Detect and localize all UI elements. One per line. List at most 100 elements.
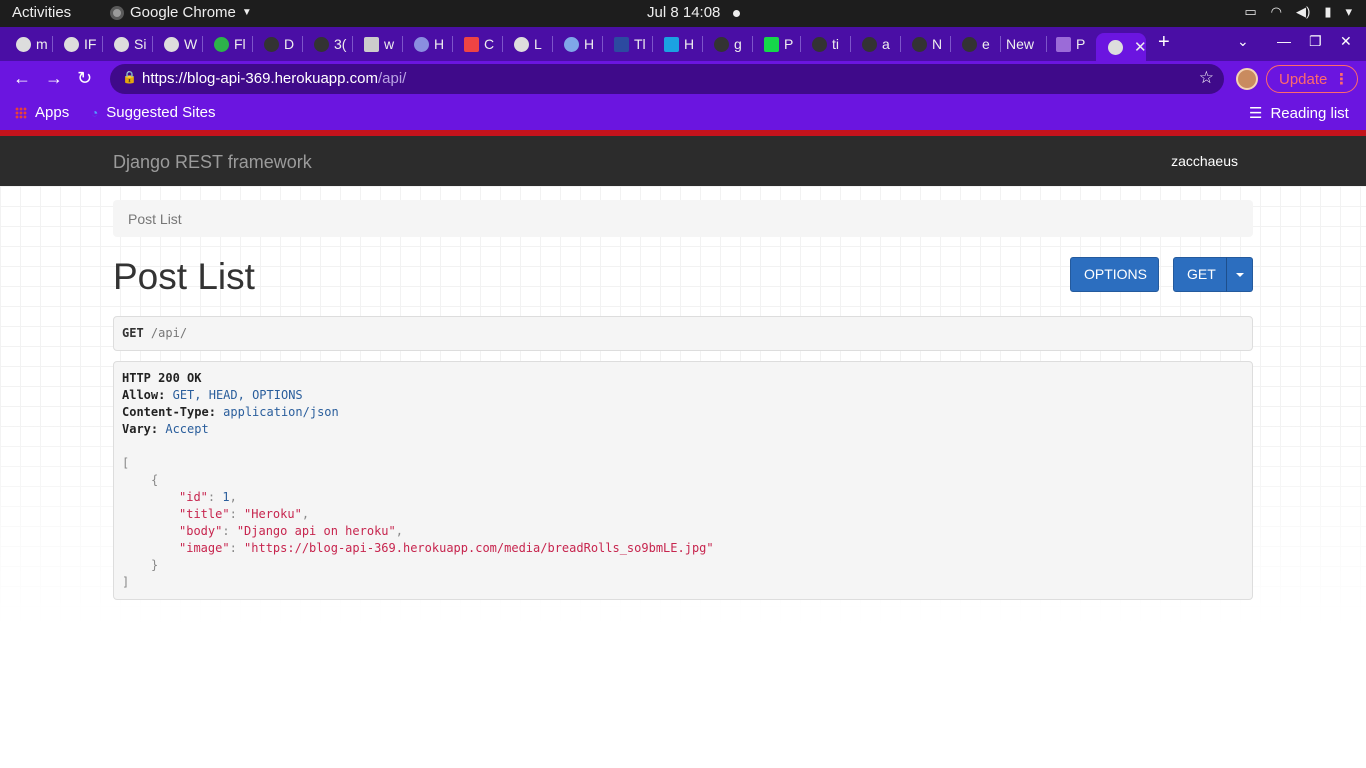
tab-label: D [284, 36, 295, 52]
tab-label: ti [832, 36, 839, 52]
browser-tab-active[interactable]: ✕ [1096, 33, 1147, 61]
tab-label: New [1006, 36, 1035, 52]
tab-label: H [584, 36, 595, 52]
activities-button[interactable]: Activities [12, 4, 71, 21]
tab-strip: m IF Si W Fl D 3( w H C L H Tl H g P ti … [0, 27, 1366, 61]
heroku-icon [1056, 36, 1071, 52]
browser-tab[interactable]: P [752, 33, 801, 55]
profile-avatar[interactable] [1236, 68, 1258, 90]
clock[interactable]: Jul 8 14:08 [647, 4, 720, 21]
browser-tab[interactable]: a [850, 33, 901, 55]
page-title: Post List [113, 256, 255, 297]
json-key: "id" [179, 490, 208, 504]
caret-down-icon: ▼ [241, 7, 252, 18]
favicon-icon [514, 36, 529, 52]
browser-tab[interactable]: ti [800, 33, 851, 55]
browser-tab[interactable]: Si [102, 33, 153, 55]
response-info: HTTP 200 OK Allow: GET, HEAD, OPTIONS Co… [113, 361, 1253, 600]
reading-list-button[interactable]: ☰ Reading list [1249, 104, 1349, 123]
browser-tab[interactable]: 3( [302, 33, 353, 55]
tab-label: C [484, 36, 495, 52]
tab-label: g [734, 36, 742, 52]
browser-tab[interactable]: Tl [602, 33, 653, 55]
browser-tab[interactable]: H [652, 33, 703, 55]
wifi-icon: ◠ [1270, 4, 1282, 19]
json-key: "title" [179, 507, 230, 521]
favicon-icon [214, 36, 229, 52]
close-window-icon[interactable]: ✕ [1340, 33, 1352, 50]
tab-label: IF [84, 36, 97, 52]
github-icon [714, 36, 729, 52]
tab-label: L [534, 36, 542, 52]
bookmark-star-icon[interactable]: ☆ [1199, 68, 1214, 88]
tab-label: P [1076, 36, 1086, 52]
url-text[interactable]: https://blog-api-369.herokuapp.com/api/ [142, 70, 406, 87]
github-icon [314, 36, 329, 52]
drf-brand-link[interactable]: Django REST framework [113, 152, 312, 173]
browser-tab[interactable]: w [352, 33, 403, 55]
json-value: 1 [222, 490, 230, 504]
system-tray[interactable]: ▭ ◠ ◀) ▮ ▾ [1244, 4, 1352, 20]
reload-icon[interactable]: ↻ [77, 68, 92, 89]
battery-icon: ▮ [1324, 4, 1332, 19]
browser-tab[interactable]: L [502, 33, 553, 55]
update-label: Update [1279, 71, 1328, 88]
request-info: GET /api/ [113, 316, 1253, 351]
github-icon [912, 36, 927, 52]
url-host: https://blog-api-369.herokuapp.com [142, 70, 378, 87]
get-button[interactable]: GET [1173, 257, 1227, 292]
breadcrumb-item[interactable]: Post List [128, 211, 182, 227]
minimize-icon[interactable]: — [1277, 33, 1291, 49]
back-arrow-icon[interactable]: ← [13, 68, 31, 89]
forward-arrow-icon[interactable]: → [45, 68, 63, 89]
json-value: "https://blog-api-369.herokuapp.com/medi… [244, 541, 714, 555]
favicon-icon [764, 36, 779, 52]
github-icon [962, 36, 977, 52]
response-header: Vary: Accept [122, 422, 209, 436]
linkedin-icon [364, 36, 379, 52]
tab-label: W [184, 36, 198, 52]
bookmark-label: Apps [35, 104, 70, 121]
browser-tab[interactable]: W [152, 33, 203, 55]
close-tab-icon[interactable]: ✕ [1134, 38, 1147, 56]
lock-icon[interactable]: 🔒 [122, 70, 137, 84]
browser-tab[interactable]: C [452, 33, 503, 55]
volume-icon: ◀) [1295, 4, 1311, 19]
browser-tab[interactable]: g [702, 33, 753, 55]
options-button[interactable]: OPTIONS [1070, 257, 1159, 292]
favicon-icon [164, 36, 179, 52]
browser-tab[interactable]: N [900, 33, 951, 55]
tab-label: w [384, 36, 395, 52]
browser-tab[interactable]: Fl [202, 33, 253, 55]
browser-tab[interactable]: D [252, 33, 303, 55]
favicon-icon [464, 36, 479, 52]
bookmark-apps[interactable]: Apps [15, 104, 69, 121]
github-icon [264, 36, 279, 52]
bookmarks-bar: Apps ◔ Suggested Sites ☰ Reading list [0, 97, 1366, 130]
browser-tab[interactable]: New [994, 33, 1047, 55]
user-menu[interactable]: zacchaeus [1171, 153, 1238, 169]
request-path: /api/ [150, 326, 188, 340]
address-bar[interactable]: 🔒 https://blog-api-369.herokuapp.com/api… [110, 64, 1224, 94]
browser-tab[interactable]: H [402, 33, 453, 55]
update-button[interactable]: Update ⋮ [1266, 65, 1358, 93]
restore-icon[interactable]: ❐ [1309, 33, 1322, 50]
get-format-dropdown[interactable] [1226, 257, 1253, 292]
browser-tab[interactable]: e [950, 33, 1001, 55]
browser-tab[interactable]: IF [52, 33, 103, 55]
page-content: Post List Post List OPTIONS GET GET /api… [0, 186, 1366, 768]
app-menu[interactable]: Google Chrome ▼ [110, 4, 252, 21]
browser-tab[interactable]: m [4, 33, 53, 55]
reading-list-label: Reading list [1270, 104, 1349, 122]
favicon-icon [564, 36, 579, 52]
browser-tab[interactable]: H [552, 33, 603, 55]
browser-tab[interactable]: P [1044, 33, 1094, 55]
tab-search-icon[interactable]: ⌄ [1237, 33, 1249, 50]
new-tab-button[interactable]: + [1158, 31, 1170, 54]
tab-label: e [982, 36, 990, 52]
tab-label: N [932, 36, 943, 52]
tab-label: Tl [634, 36, 646, 52]
bookmark-suggested-sites[interactable]: ◔ Suggested Sites [91, 104, 216, 121]
apps-grid-icon [15, 106, 27, 119]
favicon-icon [414, 36, 429, 52]
